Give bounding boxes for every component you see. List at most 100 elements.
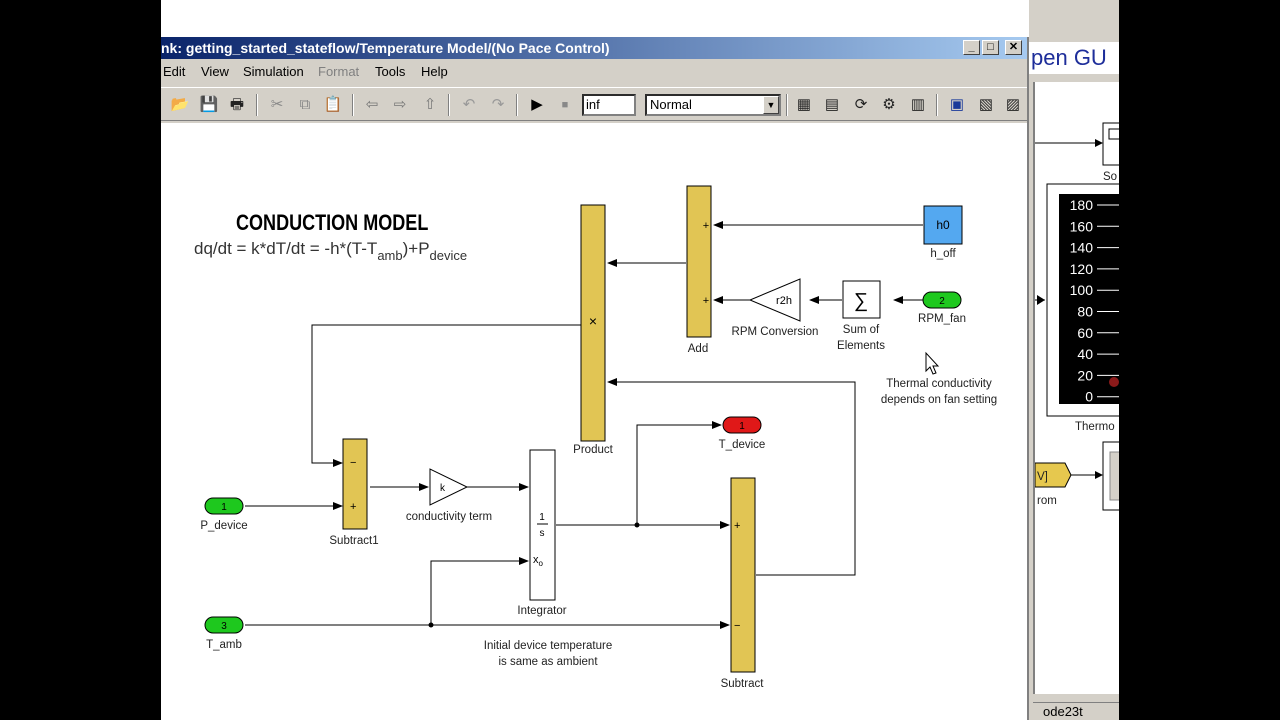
close-button[interactable]: ✕ [1005,40,1022,55]
toolbar-separator [352,94,354,116]
refresh-icon[interactable]: ⟳ [851,95,871,115]
screen: pen GU So 180 160 140 120 100 80 60 40 20 0 Therm… [161,0,1119,720]
subtract1-block[interactable] [342,438,368,530]
subtract-block[interactable] [730,477,756,673]
model-canvas[interactable]: CONDUCTION MODEL dq/dt = k*dT/dt = -h*(T… [161,123,1027,720]
subtract1-label: Subtract1 [329,535,378,547]
subtract-label: Subtract [721,678,765,690]
build-icon[interactable]: ▦ [794,95,814,115]
start-simulation-icon[interactable]: ▶ [527,95,547,115]
t-device-label: T_device [719,439,766,451]
simulation-mode-select[interactable]: Normal ▼ [645,94,781,116]
gauge-needle-pivot [1109,377,1119,387]
chevron-down-icon[interactable]: ▼ [763,96,779,114]
gauge-tick-label: 0 [1085,389,1093,405]
background-window-title: pen GU [1029,42,1119,74]
gauge-tick-label: 80 [1077,304,1093,320]
forward-icon[interactable]: ⇨ [390,95,410,115]
rpm-conversion-label: RPM Conversion [732,326,819,338]
background-diagram: So 180 160 140 120 100 80 60 40 20 0 Thermo V] ro… [1034,122,1119,511]
menu-format[interactable]: Format [318,60,359,84]
undo-icon[interactable]: ↶ [459,95,479,115]
toolbar-separator [448,94,450,116]
initial-note-line-1: Initial device temperature [484,640,612,652]
up-icon[interactable]: ⇧ [420,95,440,115]
sigma-icon: ∑ [854,290,868,312]
gauge-tick-label: 160 [1070,218,1094,234]
p-device-port-number: 1 [221,502,227,513]
menu-simulation[interactable]: Simulation [243,60,304,84]
cut-icon[interactable]: ✂ [267,95,287,115]
background-model-window[interactable]: pen GU So 180 160 140 120 100 80 60 40 20 0 Therm… [1029,0,1119,720]
sum-of-elements-label-2: Elements [837,340,885,352]
rpm-fan-port-number: 2 [939,296,945,307]
thermometer-label: Thermo [1075,421,1115,433]
model-explorer-icon[interactable]: ▧ [976,95,996,115]
initial-note-line-2: is same as ambient [498,656,598,668]
menu-view[interactable]: View [201,60,229,84]
toolbar: 📂 💾 🖶 ✂ ⧉ 📋 ⇦ ⇨ ⇧ ↶ ↷ ▶ ■ inf Normal ▼ ▦ [161,87,1027,121]
rpm-conversion-text: r2h [776,295,792,307]
library-browser-icon[interactable]: ▣ [947,95,967,115]
background-model-canvas[interactable]: So 180 160 140 120 100 80 60 40 20 0 Thermo V] ro… [1033,82,1119,694]
arrowhead [1095,471,1103,479]
gauge-tick-label: 180 [1070,197,1094,213]
minimize-button[interactable]: _ [963,40,980,55]
from-label: rom [1037,495,1057,507]
t-amb-label: T_amb [206,639,242,651]
open-icon[interactable]: 📂 [170,95,190,115]
product-operator: × [589,313,597,329]
product-label: Product [573,444,613,456]
copy-icon[interactable]: ⧉ [295,95,315,115]
gauge-tick-label: 20 [1077,367,1093,383]
gauge-tick-label: 120 [1070,261,1094,277]
mouse-cursor-icon [925,351,940,375]
conductivity-gain-block[interactable] [429,468,469,506]
gauge-tick-label: 40 [1077,346,1093,362]
conductivity-gain-label: conductivity term [406,511,492,523]
save-icon[interactable]: 💾 [199,95,219,115]
h0-text: h0 [936,218,950,232]
back-icon[interactable]: ⇦ [362,95,382,115]
library-icon[interactable]: ▥ [908,95,928,115]
menu-help[interactable]: Help [421,60,448,84]
menu-tools[interactable]: Tools [375,60,405,84]
add-label: Add [688,343,708,355]
update-diagram-icon[interactable]: ▤ [822,95,842,115]
paste-icon[interactable]: 📋 [323,95,343,115]
simulation-mode-value: Normal [650,97,692,112]
scope-screen-icon [1108,128,1119,140]
solver-status: ode23t [1033,702,1119,720]
gauge-tick-label: 60 [1077,325,1093,341]
model-heading: CONDUCTION MODEL [236,211,428,235]
from-tag: V] [1037,471,1048,483]
add-block[interactable] [686,185,712,338]
arrowhead [1095,139,1103,147]
thermal-note-line-1: Thermal conductivity [886,378,992,390]
redo-icon[interactable]: ↷ [488,95,508,115]
integrator-block[interactable] [529,449,556,601]
toolbar-separator [516,94,518,116]
print-icon[interactable]: 🖶 [227,95,247,115]
integrator-denominator: s [540,528,545,539]
debugger-icon[interactable]: ▨ [1003,95,1023,115]
branch-point [634,522,640,528]
rpm-conversion-block[interactable] [748,278,801,322]
menu-edit[interactable]: Edit [163,60,185,84]
scope-label: So [1103,171,1117,183]
t-amb-port-number: 3 [221,621,227,632]
maximize-button[interactable]: □ [982,40,999,55]
model-browser-icon[interactable]: ⚙ [879,95,899,115]
toolbar-separator [256,94,258,116]
stop-time-input[interactable]: inf [582,94,636,116]
stop-simulation-icon[interactable]: ■ [555,95,575,115]
add-input-sign-1: + [703,220,709,232]
title-bar[interactable]: nk: getting_started_stateflow/Temperatur… [161,37,1027,59]
p-device-label: P_device [200,520,247,532]
signal-t-amb-to-integrator-ic [430,557,529,625]
add-input-sign-2: + [703,295,709,307]
model-window: nk: getting_started_stateflow/Temperatur… [161,37,1029,720]
window-title: nk: getting_started_stateflow/Temperatur… [161,40,610,56]
t-device-port-number: 1 [739,421,745,432]
branch-point [428,622,434,628]
